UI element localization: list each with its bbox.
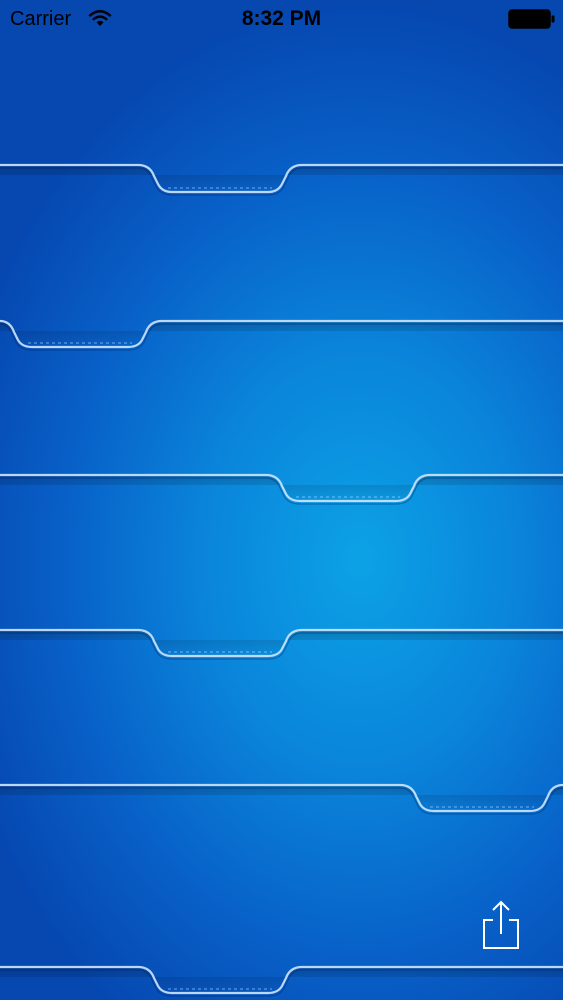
shelf-divider-6	[0, 965, 563, 997]
status-time: 8:32 PM	[241, 7, 322, 30]
screen: Carrier 8:32 PM	[0, 0, 563, 1000]
shelf-divider-5	[0, 783, 563, 815]
share-icon	[483, 900, 519, 949]
share-button[interactable]	[478, 898, 524, 952]
shelves-layer	[0, 163, 563, 997]
status-bar: Carrier 8:32 PM	[0, 0, 563, 40]
battery-icon	[508, 9, 555, 29]
shelf-divider-3	[0, 473, 563, 505]
shelf-divider-4	[0, 628, 563, 660]
shelf-divider-1	[0, 163, 563, 196]
shelf-divider-2	[0, 319, 563, 351]
